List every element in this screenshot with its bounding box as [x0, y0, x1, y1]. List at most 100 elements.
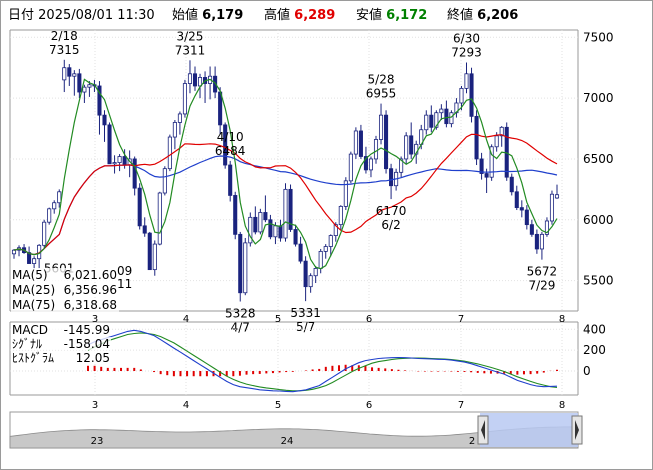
macd-legend-value: -158.04 [64, 337, 110, 351]
candle-body [62, 67, 67, 81]
candle-body [318, 250, 323, 269]
candle-body [157, 192, 162, 245]
candle-body [273, 225, 278, 238]
candle-body [268, 219, 273, 238]
candle-body [258, 212, 263, 233]
candle-body [424, 114, 429, 131]
candle-body [187, 73, 193, 84]
candle-body [147, 232, 152, 271]
macd-line [87, 329, 558, 393]
macd-signal-line [87, 332, 558, 392]
navigator-label: 24 [281, 436, 294, 447]
candle-body [293, 229, 298, 245]
candle-body [524, 209, 529, 226]
candle-body [233, 195, 238, 235]
legend-label: MA(5) [12, 268, 48, 282]
candle-body [238, 233, 243, 294]
annotation-date: 5/7 [296, 320, 315, 334]
candle-body [177, 113, 182, 123]
annotation-value: 6170 [376, 204, 407, 218]
navigator-selection[interactable] [480, 413, 578, 447]
x-tick-label-macd: 3 [92, 400, 98, 411]
candle-body [444, 108, 449, 125]
annotation-date: 2/18 [51, 29, 78, 43]
candle-body [459, 87, 464, 104]
annotation-value: 6484 [215, 144, 246, 158]
candle-body [429, 114, 434, 128]
candle-body [47, 208, 52, 223]
candle-body [534, 233, 539, 250]
candle-body [107, 124, 112, 165]
annotation-value: 6955 [366, 87, 397, 101]
annotation-value: 7315 [49, 43, 80, 57]
annotation-date: 4/7 [231, 321, 250, 335]
candle-body [298, 243, 303, 262]
candle-body [373, 139, 379, 160]
candle-body [539, 233, 544, 250]
legend-value: 6,318.68 [64, 298, 117, 312]
candle-body [464, 73, 469, 89]
candle-body [132, 158, 137, 189]
annotation-value: 5328 [225, 307, 256, 321]
candle-body [378, 114, 384, 140]
candle-body [137, 187, 142, 227]
candle-body [192, 73, 198, 87]
y-tick-label: 6500 [583, 152, 614, 166]
candle-body [514, 191, 519, 209]
legend-value: 6,021.60 [64, 268, 117, 282]
candle-body [348, 153, 353, 182]
legend-label: MA(25) [12, 283, 55, 297]
candle-body [509, 176, 514, 193]
partial-label: 11 [117, 277, 132, 291]
candle-body [228, 164, 233, 196]
macd-y-tick-label: 400 [583, 322, 606, 336]
x-tick-label: 4 [183, 314, 189, 325]
candle-body [52, 202, 57, 210]
annotation-date: 4/10 [217, 130, 244, 144]
y-tick-label: 7500 [583, 30, 614, 44]
x-tick-label-macd: 6 [366, 400, 372, 411]
macd-legend-value: -145.99 [64, 323, 110, 337]
candle-body [67, 67, 72, 77]
macd-y-tick-label: 0 [583, 364, 591, 378]
candle-body [283, 188, 288, 239]
candle-body [353, 130, 358, 155]
candle-body [278, 225, 283, 239]
annotation-value: 5331 [290, 306, 321, 320]
candle-body [328, 235, 333, 247]
annotation-date: 3/25 [176, 29, 203, 43]
candle-body [449, 112, 454, 125]
candle-body [167, 136, 172, 170]
candle-body [338, 205, 343, 226]
candle-body [384, 114, 389, 170]
candle-body [263, 212, 268, 221]
candle-body [42, 221, 47, 246]
y-tick-label: 5500 [583, 274, 614, 288]
x-tick-label-macd: 5 [275, 400, 281, 411]
x-tick-label: 6 [366, 314, 372, 325]
legend-value: 6,356.96 [64, 283, 117, 297]
annotation-value: 7293 [451, 45, 482, 59]
candle-body [72, 73, 77, 77]
candle-body [439, 108, 444, 114]
candle-body [102, 114, 107, 126]
candle-body [152, 243, 157, 271]
candle-body [77, 73, 82, 93]
stock-chart-widget: 日付 2025/08/01 11:30 始値 6,179 高値 6,289 安値… [0, 0, 653, 470]
legend-label: MA(75) [12, 298, 55, 312]
candle-body [313, 268, 318, 277]
candle-body [474, 115, 479, 160]
candle-body [32, 258, 37, 264]
annotation-date: 6/2 [381, 218, 400, 232]
candle-body [529, 224, 534, 235]
macd-legend-label: MACD [12, 323, 48, 337]
candle-body [172, 122, 177, 138]
macd-legend-label: ﾋｽﾄｸﾞﾗﾑ [12, 351, 54, 365]
candle-body [243, 242, 248, 294]
candle-body [253, 216, 258, 233]
candle-body [87, 84, 92, 88]
candle-body [409, 135, 414, 155]
x-tick-label: 8 [559, 314, 565, 325]
annotation-value: 5672 [527, 265, 558, 279]
candle-body [11, 249, 17, 255]
